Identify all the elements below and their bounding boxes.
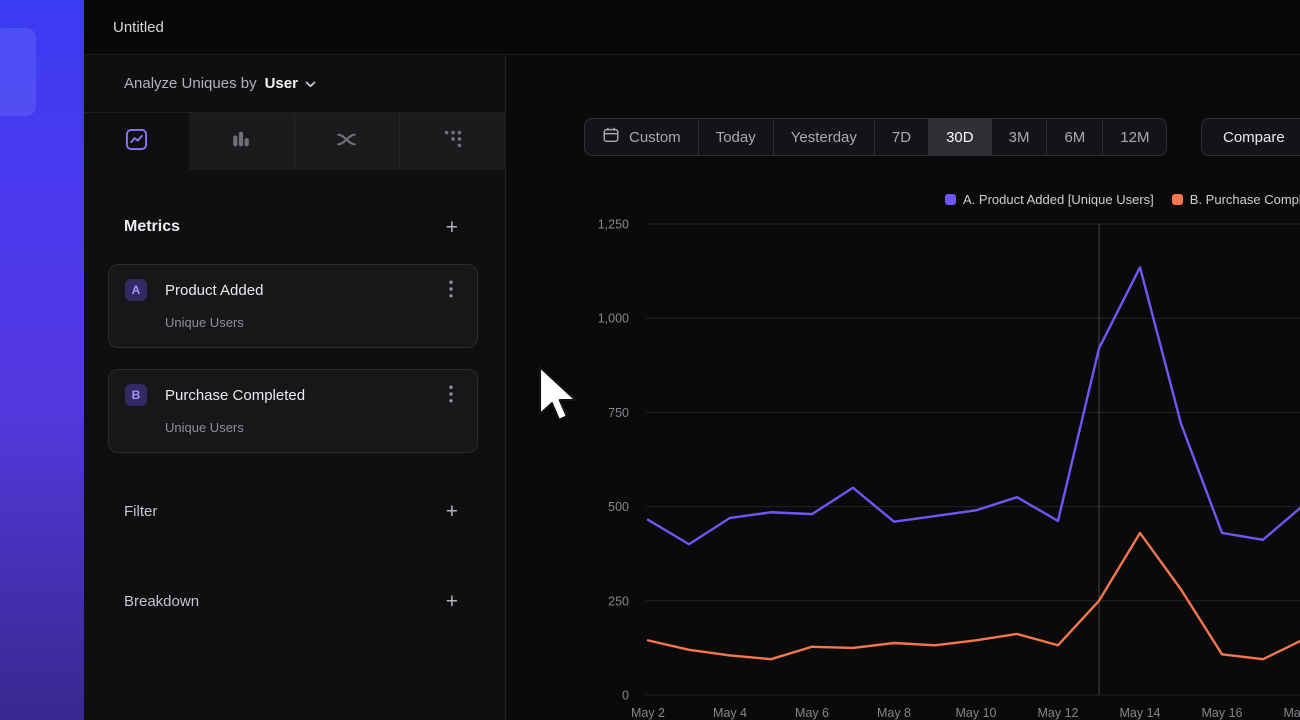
svg-text:May 8: May 8 <box>877 706 911 720</box>
svg-text:May 10: May 10 <box>956 706 997 720</box>
metric-options-button[interactable] <box>439 278 463 302</box>
topbar: Untitled <box>84 0 1300 55</box>
svg-text:May 6: May 6 <box>795 706 829 720</box>
tab-retention[interactable] <box>399 113 505 170</box>
app: Untitled Analyze Uniques by User <box>0 0 1300 720</box>
breakdown-section-header: Breakdown + <box>124 587 458 615</box>
metrics-section-header: Metrics + <box>124 213 458 241</box>
background-gradient-strip <box>0 0 84 720</box>
svg-text:1,250: 1,250 <box>598 218 629 232</box>
svg-text:May 16: May 16 <box>1202 706 1243 720</box>
metric-card-b-row: B Purchase Completed <box>109 370 477 407</box>
svg-text:750: 750 <box>608 406 629 420</box>
metric-card-a-row: A Product Added <box>109 265 477 302</box>
kebab-icon <box>449 385 453 406</box>
sidebar: Analyze Uniques by User <box>84 55 505 720</box>
svg-text:0: 0 <box>622 689 629 703</box>
metrics-title: Metrics <box>124 218 180 236</box>
filter-title: Filter <box>124 503 157 520</box>
metric-measure[interactable]: Unique Users <box>165 420 477 435</box>
chevron-down-icon <box>305 75 316 92</box>
metric-name: Purchase Completed <box>165 387 305 404</box>
svg-text:May 4: May 4 <box>713 706 747 720</box>
metric-card-b[interactable]: B Purchase Completed Unique Users <box>108 369 478 453</box>
metric-name: Product Added <box>165 282 263 299</box>
metric-options-button[interactable] <box>439 383 463 407</box>
metric-badge-a: A <box>125 279 147 301</box>
metric-measure[interactable]: Unique Users <box>165 315 477 330</box>
filter-section-header: Filter + <box>124 497 458 525</box>
analyze-by-dropdown[interactable]: User <box>265 75 316 92</box>
add-filter-button[interactable]: + <box>446 501 458 522</box>
svg-text:May 2: May 2 <box>631 706 665 720</box>
document-title[interactable]: Untitled <box>113 19 164 36</box>
retention-dots-icon <box>442 128 464 155</box>
decorative-shape <box>0 28 36 116</box>
breakdown-title: Breakdown <box>124 593 199 610</box>
add-breakdown-button[interactable]: + <box>446 591 458 612</box>
metric-badge-b: B <box>125 384 147 406</box>
svg-text:May 14: May 14 <box>1120 706 1161 720</box>
svg-text:250: 250 <box>608 594 629 608</box>
analyze-by-row: Analyze Uniques by User <box>84 55 505 113</box>
analyze-by-value: User <box>265 75 298 92</box>
bar-chart-icon <box>230 128 252 155</box>
kebab-icon <box>449 280 453 301</box>
flows-icon <box>335 128 358 156</box>
add-metric-button[interactable]: + <box>446 217 458 238</box>
tab-funnels[interactable] <box>189 113 294 170</box>
svg-text:May 18: May 18 <box>1284 706 1300 720</box>
report-type-tabs <box>84 113 505 170</box>
insights-line-chart-icon <box>125 128 148 156</box>
chart-panel: Custom Today Yesterday 7D 30D 3M 6M 12M … <box>505 55 1300 720</box>
svg-text:500: 500 <box>608 500 629 514</box>
mouse-cursor-icon <box>536 364 580 426</box>
app-window: Untitled Analyze Uniques by User <box>84 0 1300 720</box>
tab-flows[interactable] <box>294 113 400 170</box>
analyze-by-label: Analyze Uniques by <box>124 75 257 92</box>
line-chart[interactable]: 0 250 500 750 1,000 1,250 May 2 May 4 May 6 May 8… <box>506 55 1300 720</box>
metric-card-a[interactable]: A Product Added Unique Users <box>108 264 478 348</box>
svg-text:1,000: 1,000 <box>598 312 629 326</box>
tab-insights[interactable] <box>84 113 189 170</box>
svg-text:May 12: May 12 <box>1038 706 1079 720</box>
